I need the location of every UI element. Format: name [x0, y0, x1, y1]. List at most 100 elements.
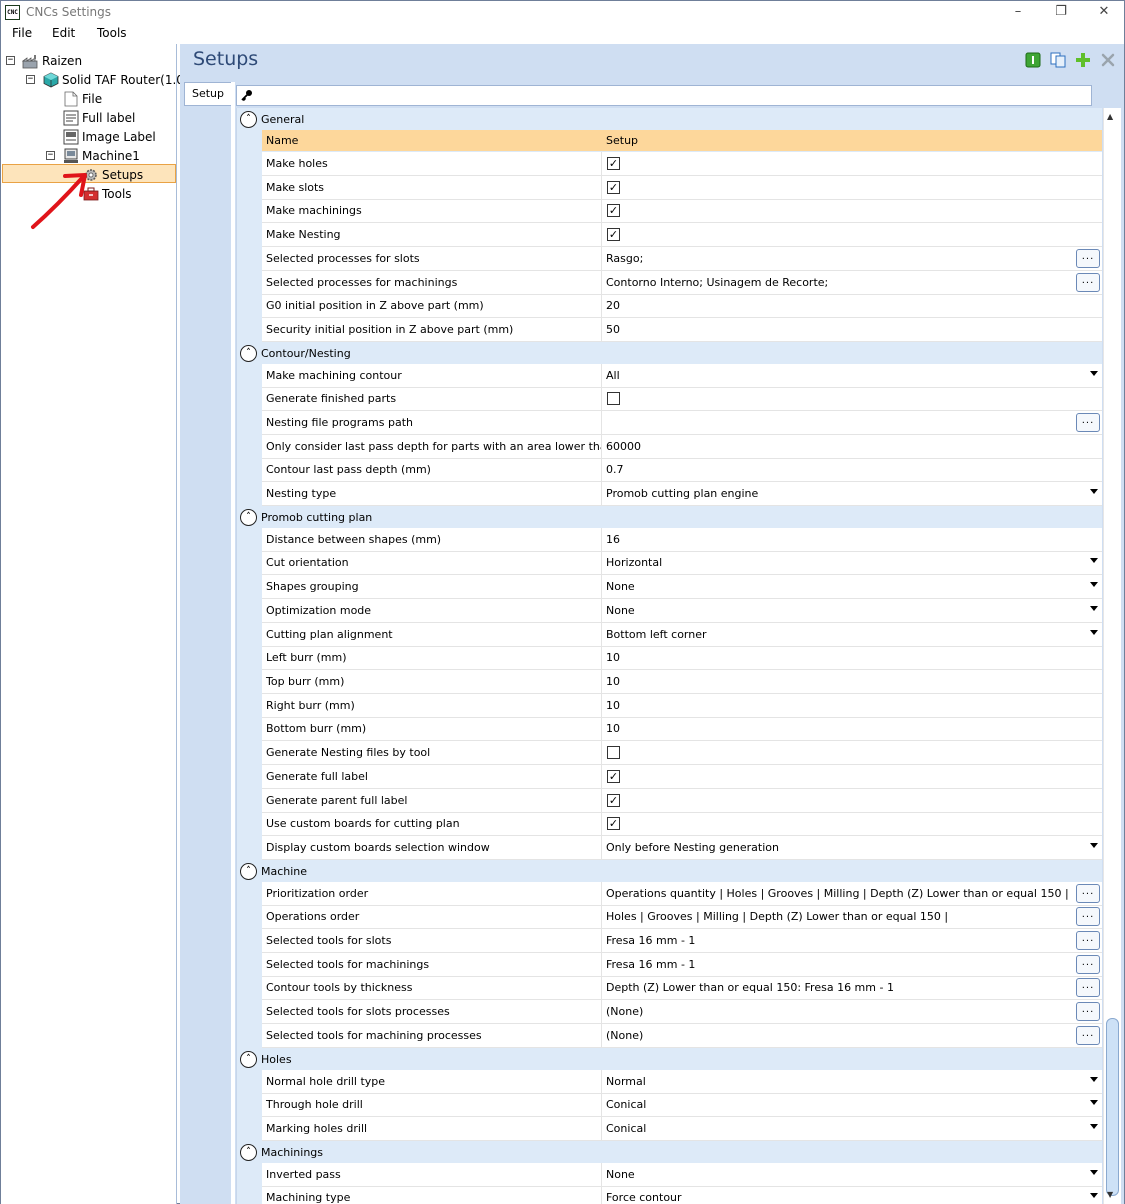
- property-checkbox[interactable]: ✓: [607, 181, 620, 194]
- collapse-section-icon[interactable]: ˄: [240, 862, 257, 880]
- browse-button[interactable]: ...: [1076, 931, 1100, 950]
- property-checkbox[interactable]: [607, 746, 620, 759]
- dropdown-arrow-icon[interactable]: [1090, 371, 1098, 376]
- search-input[interactable]: [236, 85, 1092, 106]
- property-value-cell[interactable]: [602, 176, 1102, 200]
- property-checkbox[interactable]: ✓: [607, 228, 620, 241]
- property-value[interactable]: Contorno Interno; Usinagem de Recorte;: [602, 271, 1102, 295]
- info-icon[interactable]: [1025, 52, 1041, 68]
- property-checkbox[interactable]: ✓: [607, 817, 620, 830]
- property-dropdown[interactable]: Conical: [602, 1093, 1102, 1117]
- property-value-cell[interactable]: [602, 152, 1102, 176]
- property-value-cell[interactable]: [602, 741, 1102, 765]
- property-value-cell[interactable]: [602, 789, 1102, 813]
- add-icon[interactable]: [1075, 52, 1091, 68]
- property-dropdown[interactable]: Promob cutting plan engine: [602, 482, 1102, 506]
- browse-button[interactable]: ...: [1076, 413, 1100, 432]
- property-dropdown[interactable]: None: [602, 599, 1102, 623]
- property-value-cell[interactable]: [602, 223, 1102, 247]
- dropdown-arrow-icon[interactable]: [1090, 1170, 1098, 1175]
- property-value[interactable]: Fresa 16 mm - 1: [602, 929, 1102, 953]
- dropdown-arrow-icon[interactable]: [1090, 606, 1098, 611]
- property-checkbox[interactable]: ✓: [607, 204, 620, 217]
- dropdown-arrow-icon[interactable]: [1090, 1077, 1098, 1082]
- property-dropdown[interactable]: Normal: [602, 1070, 1102, 1094]
- property-value[interactable]: 0.7: [602, 458, 1102, 482]
- browse-button[interactable]: ...: [1076, 273, 1100, 292]
- collapse-section-icon[interactable]: ˄: [240, 1143, 257, 1161]
- section-label: Holes: [261, 1052, 292, 1066]
- property-dropdown[interactable]: None: [602, 575, 1102, 599]
- browse-button[interactable]: ...: [1076, 907, 1100, 926]
- menu-edit[interactable]: Edit: [52, 26, 75, 40]
- property-value[interactable]: Rasgo;: [602, 247, 1102, 271]
- property-value-cell[interactable]: [602, 812, 1102, 836]
- property-value[interactable]: 10: [602, 694, 1102, 718]
- property-value[interactable]: Fresa 16 mm - 1: [602, 953, 1102, 977]
- property-dropdown[interactable]: Only before Nesting generation: [602, 836, 1102, 860]
- dropdown-arrow-icon[interactable]: [1090, 1124, 1098, 1129]
- property-checkbox[interactable]: ✓: [607, 157, 620, 170]
- property-value[interactable]: Operations quantity | Holes | Grooves | …: [602, 882, 1102, 906]
- dropdown-arrow-icon[interactable]: [1090, 630, 1098, 635]
- property-dropdown[interactable]: All: [602, 364, 1102, 388]
- dropdown-arrow-icon[interactable]: [1090, 558, 1098, 563]
- property-name: Contour tools by thickness: [262, 976, 602, 1000]
- browse-button[interactable]: ...: [1076, 1026, 1100, 1045]
- collapse-icon[interactable]: −: [46, 151, 55, 160]
- scroll-down-icon[interactable]: ▼: [1107, 1190, 1113, 1199]
- property-checkbox[interactable]: ✓: [607, 794, 620, 807]
- collapse-icon[interactable]: −: [6, 56, 15, 65]
- scroll-up-icon[interactable]: ▲: [1107, 112, 1113, 121]
- delete-icon[interactable]: [1100, 52, 1116, 68]
- restore-button[interactable]: ❐: [1039, 1, 1083, 24]
- collapse-section-icon[interactable]: ˄: [240, 508, 257, 526]
- dropdown-arrow-icon[interactable]: [1090, 489, 1098, 494]
- property-value[interactable]: 20: [602, 294, 1102, 318]
- property-value[interactable]: (None): [602, 1000, 1102, 1024]
- property-value-cell[interactable]: [602, 765, 1102, 789]
- property-value-cell[interactable]: [602, 387, 1102, 411]
- vertical-scrollbar[interactable]: ▲ ▼: [1103, 108, 1121, 1204]
- property-value[interactable]: 10: [602, 646, 1102, 670]
- property-value[interactable]: 60000: [602, 435, 1102, 459]
- scrollbar-thumb[interactable]: [1106, 1018, 1119, 1196]
- property-dropdown[interactable]: Force contour: [602, 1186, 1102, 1204]
- close-button[interactable]: ✕: [1082, 1, 1125, 24]
- property-value[interactable]: (None): [602, 1024, 1102, 1048]
- property-checkbox[interactable]: ✓: [607, 770, 620, 783]
- property-dropdown[interactable]: Horizontal: [602, 551, 1102, 575]
- minimize-button[interactable]: –: [996, 1, 1040, 24]
- property-value-cell[interactable]: [602, 199, 1102, 223]
- dropdown-arrow-icon[interactable]: [1090, 843, 1098, 848]
- collapse-icon[interactable]: −: [26, 75, 35, 84]
- dropdown-arrow-icon[interactable]: [1090, 1193, 1098, 1198]
- property-value[interactable]: [602, 411, 1102, 435]
- browse-button[interactable]: ...: [1076, 249, 1100, 268]
- property-dropdown[interactable]: Conical: [602, 1117, 1102, 1141]
- property-value[interactable]: 16: [602, 528, 1102, 552]
- property-value[interactable]: 10: [602, 717, 1102, 741]
- browse-button[interactable]: ...: [1076, 978, 1100, 997]
- property-value[interactable]: 50: [602, 318, 1102, 342]
- property-value[interactable]: 10: [602, 670, 1102, 694]
- browse-button[interactable]: ...: [1076, 884, 1100, 903]
- property-dropdown[interactable]: None: [602, 1163, 1102, 1187]
- dropdown-arrow-icon[interactable]: [1090, 582, 1098, 587]
- property-value[interactable]: Holes | Grooves | Milling | Depth (Z) Lo…: [602, 905, 1102, 929]
- collapse-section-icon[interactable]: ˄: [240, 111, 257, 128]
- column-header: Name Setup: [262, 130, 1102, 151]
- menu-tools[interactable]: Tools: [97, 26, 127, 40]
- menu-file[interactable]: File: [12, 26, 32, 40]
- browse-button[interactable]: ...: [1076, 955, 1100, 974]
- collapse-section-icon[interactable]: ˄: [240, 344, 257, 362]
- property-name: Only consider last pass depth for parts …: [262, 435, 602, 459]
- property-checkbox[interactable]: [607, 392, 620, 405]
- tab-setup[interactable]: Setup: [184, 82, 231, 106]
- browse-button[interactable]: ...: [1076, 1002, 1100, 1021]
- copy-icon[interactable]: [1050, 52, 1066, 68]
- collapse-section-icon[interactable]: ˄: [240, 1050, 257, 1068]
- property-dropdown[interactable]: Bottom left corner: [602, 623, 1102, 647]
- dropdown-arrow-icon[interactable]: [1090, 1100, 1098, 1105]
- property-value[interactable]: Depth (Z) Lower than or equal 150: Fresa…: [602, 976, 1102, 1000]
